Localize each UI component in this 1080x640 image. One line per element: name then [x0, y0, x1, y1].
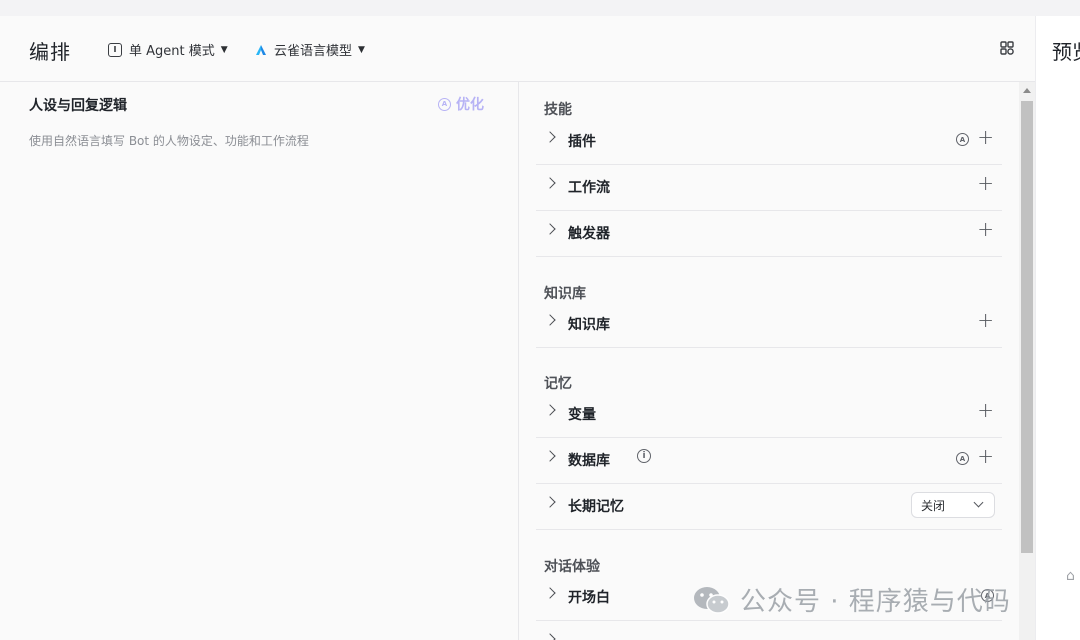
- memory-row-database[interactable]: 数据库 i A +: [536, 437, 1002, 484]
- dialog-row-partial[interactable]: [536, 620, 1002, 640]
- agent-mode-label: 单 Agent 模式: [129, 44, 215, 59]
- orchestration-panel: 编排 I 单 Agent 模式 ▼ 云雀语言模型 ▼ 人设与回复逻辑 A 优化 …: [0, 16, 1035, 640]
- chevron-right-icon: [544, 587, 556, 599]
- row-label: 长期记忆: [568, 499, 624, 515]
- auto-icon[interactable]: A: [956, 133, 969, 146]
- chevron-right-icon: [544, 131, 556, 143]
- row-label: 知识库: [568, 317, 610, 333]
- agent-mode-select[interactable]: I 单 Agent 模式 ▼: [108, 40, 228, 59]
- skill-row-plugins[interactable]: 插件 A +: [536, 118, 1002, 165]
- chevron-right-icon: [544, 223, 556, 235]
- persona-input[interactable]: 使用自然语言填写 Bot 的人物设定、功能和工作流程: [29, 132, 309, 149]
- agent-mode-icon: I: [108, 42, 122, 57]
- preview-title: 预览: [1052, 40, 1080, 64]
- preview-panel: 预览 ⌂: [1035, 16, 1080, 640]
- group-title-memory: 记忆: [544, 376, 572, 392]
- select-value: 关闭: [921, 499, 946, 513]
- persona-pane: 人设与回复逻辑 A 优化 使用自然语言填写 Bot 的人物设定、功能和工作流程: [0, 82, 518, 640]
- chevron-right-icon: [544, 450, 556, 462]
- caret-down-icon: ▼: [358, 44, 365, 55]
- plus-icon[interactable]: +: [977, 173, 994, 193]
- top-strip: [0, 0, 1080, 17]
- knowledge-row[interactable]: 知识库 +: [536, 301, 1002, 348]
- dialog-row-opening[interactable]: 开场白 A: [536, 574, 1002, 621]
- scroll-up-arrow-icon[interactable]: [1023, 88, 1031, 93]
- bot-icon: ⌂: [1066, 568, 1075, 584]
- info-icon[interactable]: i: [637, 449, 651, 463]
- skill-row-trigger[interactable]: 触发器 +: [536, 210, 1002, 257]
- plus-icon[interactable]: +: [977, 127, 994, 147]
- caret-down-icon: ▼: [220, 44, 228, 55]
- long-term-memory-select[interactable]: 关闭: [911, 492, 995, 518]
- group-title-dialog: 对话体验: [544, 559, 600, 575]
- model-select[interactable]: 云雀语言模型 ▼: [255, 40, 365, 59]
- optimize-label: 优化: [456, 97, 484, 113]
- row-label: 工作流: [568, 180, 610, 196]
- orchestration-header: 编排 I 单 Agent 模式 ▼ 云雀语言模型 ▼: [0, 16, 1035, 82]
- chevron-right-icon: [544, 496, 556, 508]
- plus-icon[interactable]: +: [977, 310, 994, 330]
- plus-icon[interactable]: +: [977, 219, 994, 239]
- chevron-right-icon: [544, 633, 556, 640]
- plus-icon[interactable]: +: [977, 400, 994, 420]
- page-title: 编排: [29, 40, 71, 64]
- model-label: 云雀语言模型: [274, 44, 353, 59]
- memory-row-long-term[interactable]: 长期记忆 关闭: [536, 483, 1002, 530]
- group-title-knowledge: 知识库: [544, 286, 586, 302]
- row-label: 插件: [568, 134, 596, 150]
- skills-pane: 技能 插件 A + 工作流 + 触发器 + 知识库 知识库 + 记忆 变量 +: [519, 82, 1019, 640]
- chevron-down-icon: [973, 497, 984, 508]
- row-label: 数据库: [568, 453, 610, 469]
- memory-row-variables[interactable]: 变量 +: [536, 391, 1002, 438]
- persona-title: 人设与回复逻辑: [29, 98, 127, 114]
- plus-icon[interactable]: +: [977, 446, 994, 466]
- row-label: 开场白: [568, 590, 610, 606]
- grid-icon[interactable]: [999, 40, 1015, 56]
- scrollbar-thumb[interactable]: [1021, 101, 1033, 553]
- group-title-skills: 技能: [544, 102, 572, 118]
- row-label: 变量: [568, 407, 596, 423]
- skill-row-workflow[interactable]: 工作流 +: [536, 164, 1002, 211]
- skylark-model-icon: [255, 44, 267, 56]
- chevron-right-icon: [544, 314, 556, 326]
- optimize-button[interactable]: A 优化: [438, 94, 484, 114]
- chevron-right-icon: [544, 177, 556, 189]
- auto-icon: A: [438, 97, 451, 111]
- auto-icon[interactable]: A: [981, 589, 994, 602]
- auto-icon[interactable]: A: [956, 452, 969, 465]
- chevron-right-icon: [544, 404, 556, 416]
- row-label: 触发器: [568, 226, 610, 242]
- scrollbar[interactable]: [1019, 82, 1035, 640]
